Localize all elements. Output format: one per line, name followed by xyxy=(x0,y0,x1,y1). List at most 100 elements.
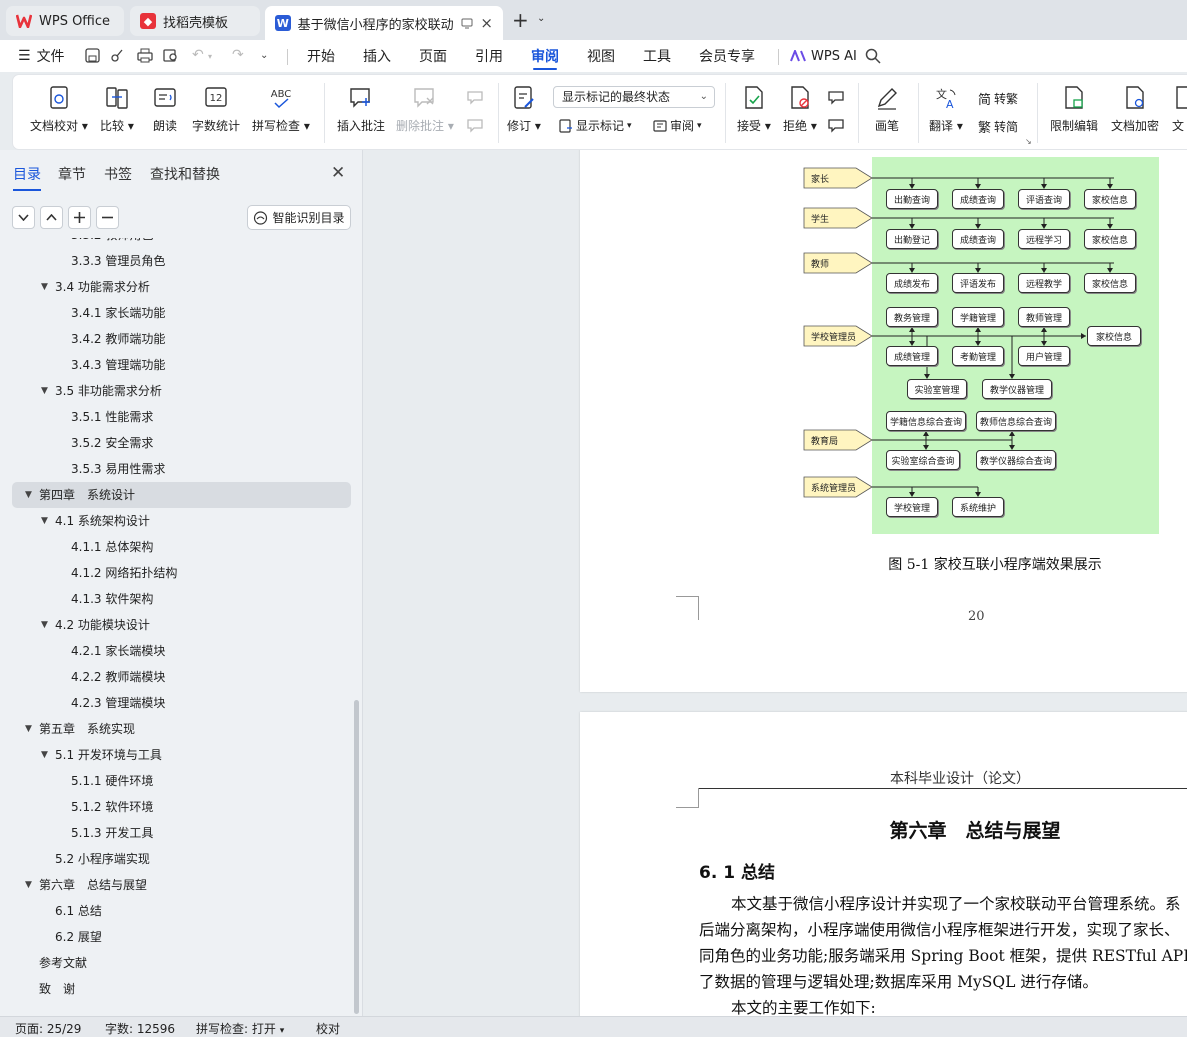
toc-item[interactable]: 6.2 展望 xyxy=(0,924,355,950)
toc-item[interactable]: 4.1.2 网络拓扑结构 xyxy=(0,560,355,586)
page-indicator[interactable]: 页面: 25/29 xyxy=(15,1020,81,1037)
print-preview-icon[interactable] xyxy=(163,48,179,63)
toc-item[interactable]: 4.2.3 管理端模块 xyxy=(0,690,355,716)
toc-item[interactable]: ▼ 4.2 功能模块设计 xyxy=(0,612,355,638)
menu-review[interactable]: 审阅 xyxy=(531,40,559,72)
toc-item[interactable]: 3.3.2 教师角色 xyxy=(0,238,355,248)
menu-member[interactable]: 会员专享 xyxy=(699,40,755,72)
remove-heading-button[interactable] xyxy=(96,206,119,229)
close-panel-icon[interactable]: ✕ xyxy=(331,163,345,183)
toc-item[interactable]: 3.3.3 管理员角色 xyxy=(0,248,355,274)
translate-button[interactable]: 文A 翻译 ▾ xyxy=(929,85,963,134)
collapse-all-button[interactable] xyxy=(40,206,63,229)
proof-status[interactable]: 校对 xyxy=(316,1020,340,1037)
tab-document[interactable]: W 基于微信小程序的家校联动平 × xyxy=(265,6,503,40)
doc-proof-button[interactable]: 文档校对 ▾ xyxy=(30,85,88,134)
toc-item[interactable]: ▼ 第六章 总结与展望 xyxy=(0,872,355,898)
menu-insert[interactable]: 插入 xyxy=(363,40,391,72)
delete-comment-button[interactable]: 删除批注 ▾ xyxy=(396,85,454,134)
expand-group-icon[interactable]: ↘ xyxy=(1025,137,1032,146)
toc-item[interactable]: ▼ 5.1 开发环境与工具 xyxy=(0,742,355,768)
previous-change-icon[interactable] xyxy=(827,89,845,105)
toc-item[interactable]: 3.4.1 家长端功能 xyxy=(0,300,355,326)
nav-tab-find-replace[interactable]: 查找和替换 xyxy=(150,164,220,184)
toc-item[interactable]: 3.5.2 安全需求 xyxy=(0,430,355,456)
nav-tab-toc[interactable]: 目录 xyxy=(13,164,41,191)
show-markup-button[interactable]: 显示标记 ▾ xyxy=(559,117,632,134)
toc-item[interactable]: 致 谢 xyxy=(0,976,355,1002)
redo-icon[interactable]: ↷ xyxy=(232,47,244,63)
review-pane-button[interactable]: 审阅 ▾ xyxy=(653,117,702,134)
toc-item[interactable]: ▼ 3.5 非功能需求分析 xyxy=(0,378,355,404)
new-tab-button[interactable]: + xyxy=(512,8,529,32)
menu-page[interactable]: 页面 xyxy=(419,40,447,72)
caret-down-icon[interactable]: ▼ xyxy=(41,274,48,300)
toc-item[interactable]: 3.5.3 易用性需求 xyxy=(0,456,355,482)
to-traditional-button[interactable]: 简 转繁 xyxy=(978,89,1018,108)
word-count-button[interactable]: 12 字数统计 xyxy=(192,85,240,134)
caret-down-icon[interactable]: ▼ xyxy=(41,742,48,768)
toc-item[interactable]: 4.2.2 教师端模块 xyxy=(0,664,355,690)
tab-docer[interactable]: ◆ 找稻壳模板 xyxy=(130,6,260,36)
add-heading-button[interactable] xyxy=(68,206,91,229)
accept-button[interactable]: 接受 ▾ xyxy=(737,85,771,134)
toc-item[interactable]: 5.2 小程序端实现 xyxy=(0,846,355,872)
toc-item[interactable]: 5.1.2 软件环境 xyxy=(0,794,355,820)
toc-item[interactable]: 3.4.3 管理端功能 xyxy=(0,352,355,378)
caret-down-icon[interactable]: ▼ xyxy=(41,508,48,534)
read-aloud-button[interactable]: 朗读 xyxy=(152,85,178,134)
caret-down-icon[interactable]: ▼ xyxy=(25,872,32,898)
pen-button[interactable]: 画笔 xyxy=(874,85,900,134)
caret-down-icon[interactable]: ▼ xyxy=(41,378,48,404)
caret-down-icon[interactable]: ▼ xyxy=(25,482,32,508)
share-icon[interactable] xyxy=(110,48,125,63)
toc-item[interactable]: 4.2.1 家长端模块 xyxy=(0,638,355,664)
more-chevron-icon[interactable]: ⌄ xyxy=(260,50,268,61)
nav-tab-sections[interactable]: 章节 xyxy=(58,164,86,184)
toc-item[interactable]: 3.5.1 性能需求 xyxy=(0,404,355,430)
revise-button[interactable]: 修订 ▾ xyxy=(507,85,541,134)
toc-item[interactable]: ▼ 第四章 系统设计 xyxy=(12,482,351,508)
chevron-down-icon[interactable]: ⌄ xyxy=(537,13,545,24)
doc-more-button[interactable]: 文 xyxy=(1172,85,1187,134)
toc-item[interactable]: ▼ 3.4 功能需求分析 xyxy=(0,274,355,300)
doc-encrypt-button[interactable]: 文档加密 xyxy=(1111,85,1159,134)
caret-down-icon[interactable]: ▼ xyxy=(41,612,48,638)
caret-down-icon[interactable]: ▼ xyxy=(25,716,32,742)
to-simplified-button[interactable]: 繁 转简 xyxy=(978,117,1018,136)
toc-item[interactable]: 3.4.2 教师端功能 xyxy=(0,326,355,352)
toc-item[interactable]: ▼ 4.1 系统架构设计 xyxy=(0,508,355,534)
toc-item[interactable]: 5.1.1 硬件环境 xyxy=(0,768,355,794)
tab-wps-office[interactable]: WPS Office xyxy=(6,6,124,36)
toc-item[interactable]: 4.1.3 软件架构 xyxy=(0,586,355,612)
save-icon[interactable] xyxy=(85,48,100,63)
nav-scrollbar[interactable] xyxy=(354,700,359,1014)
restrict-edit-button[interactable]: 限制编辑 xyxy=(1050,85,1098,134)
toc-item[interactable]: ▼ 第五章 系统实现 xyxy=(0,716,355,742)
monitor-icon[interactable] xyxy=(461,18,473,29)
markup-state-select[interactable]: 显示标记的最终状态 ⌄ xyxy=(553,86,715,108)
spell-check-status[interactable]: 拼写检查: 打开 ▾ xyxy=(196,1020,284,1037)
wps-ai-button[interactable]: WPS AI xyxy=(790,40,857,72)
word-count-status[interactable]: 字数: 12596 xyxy=(105,1020,175,1037)
expand-all-button[interactable] xyxy=(12,206,35,229)
undo-dropdown-icon[interactable]: ▾ xyxy=(208,52,212,61)
smart-toc-button[interactable]: 智能识别目录 xyxy=(247,205,351,230)
next-change-icon[interactable] xyxy=(827,117,845,133)
nav-tab-bookmarks[interactable]: 书签 xyxy=(104,164,132,184)
menu-reference[interactable]: 引用 xyxy=(475,40,503,72)
toc-item[interactable]: 6.1 总结 xyxy=(0,898,355,924)
toc-item[interactable]: 5.1.3 开发工具 xyxy=(0,820,355,846)
file-menu[interactable]: ☰ 文件 xyxy=(18,40,65,72)
menu-tools[interactable]: 工具 xyxy=(643,40,671,72)
previous-comment-icon[interactable] xyxy=(466,89,484,105)
close-tab-icon[interactable]: × xyxy=(480,14,493,32)
next-comment-icon[interactable] xyxy=(466,117,484,133)
undo-icon[interactable]: ↶ xyxy=(192,47,204,63)
spell-check-button[interactable]: ABC 拼写检查 ▾ xyxy=(252,85,310,134)
menu-view[interactable]: 视图 xyxy=(587,40,615,72)
compare-button[interactable]: 比较 ▾ xyxy=(100,85,134,134)
search-icon[interactable] xyxy=(865,48,881,64)
insert-comment-button[interactable]: 插入批注 xyxy=(337,85,385,134)
reject-button[interactable]: 拒绝 ▾ xyxy=(783,85,817,134)
